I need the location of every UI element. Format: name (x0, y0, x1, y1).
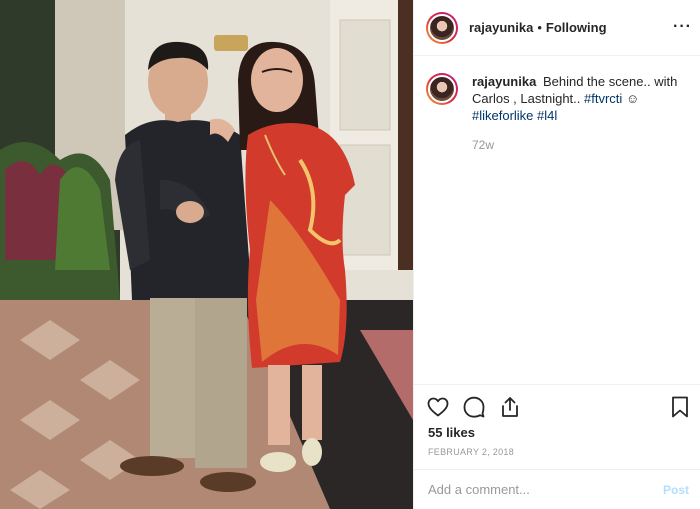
comment-icon[interactable] (462, 395, 486, 419)
likes-count[interactable]: 55 likes (428, 425, 475, 440)
bookmark-icon[interactable] (668, 395, 692, 419)
comment-bar: Post (414, 469, 700, 509)
caption-time[interactable]: 72w (472, 138, 689, 152)
hashtag-link[interactable]: #l4l (537, 108, 557, 123)
share-icon[interactable] (498, 395, 522, 419)
more-icon[interactable]: ··· (673, 19, 691, 35)
heart-icon[interactable] (426, 395, 450, 419)
caption-avatar[interactable] (426, 73, 458, 105)
caption-username[interactable]: rajayunika (472, 74, 536, 89)
post-side-panel: rajayunika • Following ··· rajayunika Be… (413, 0, 700, 509)
caption-area: rajayunika Behind the scene.. with Carlo… (414, 57, 700, 152)
post-button[interactable]: Post (663, 483, 689, 497)
post-date: FEBRUARY 2, 2018 (428, 447, 515, 457)
post-header: rajayunika • Following ··· (414, 0, 700, 56)
caption-row: rajayunika Behind the scene.. with Carlo… (426, 73, 689, 124)
caption-text: rajayunika Behind the scene.. with Carlo… (472, 73, 689, 124)
action-bar (414, 384, 700, 424)
instagram-post: rajayunika • Following ··· rajayunika Be… (0, 0, 700, 509)
post-photo[interactable] (0, 0, 413, 509)
comment-input[interactable] (428, 482, 648, 497)
hashtag-link[interactable]: #likeforlike (472, 108, 533, 123)
hashtag-link[interactable]: #ftvrcti (584, 91, 622, 106)
caption-emoji: ☺ (625, 91, 640, 106)
header-username[interactable]: rajayunika (469, 20, 533, 35)
avatar[interactable] (426, 11, 458, 44)
following-button[interactable]: Following (546, 20, 607, 35)
header-text: rajayunika • Following (469, 20, 607, 35)
photo-illustration (0, 0, 413, 509)
separator-dot: • (537, 20, 542, 35)
